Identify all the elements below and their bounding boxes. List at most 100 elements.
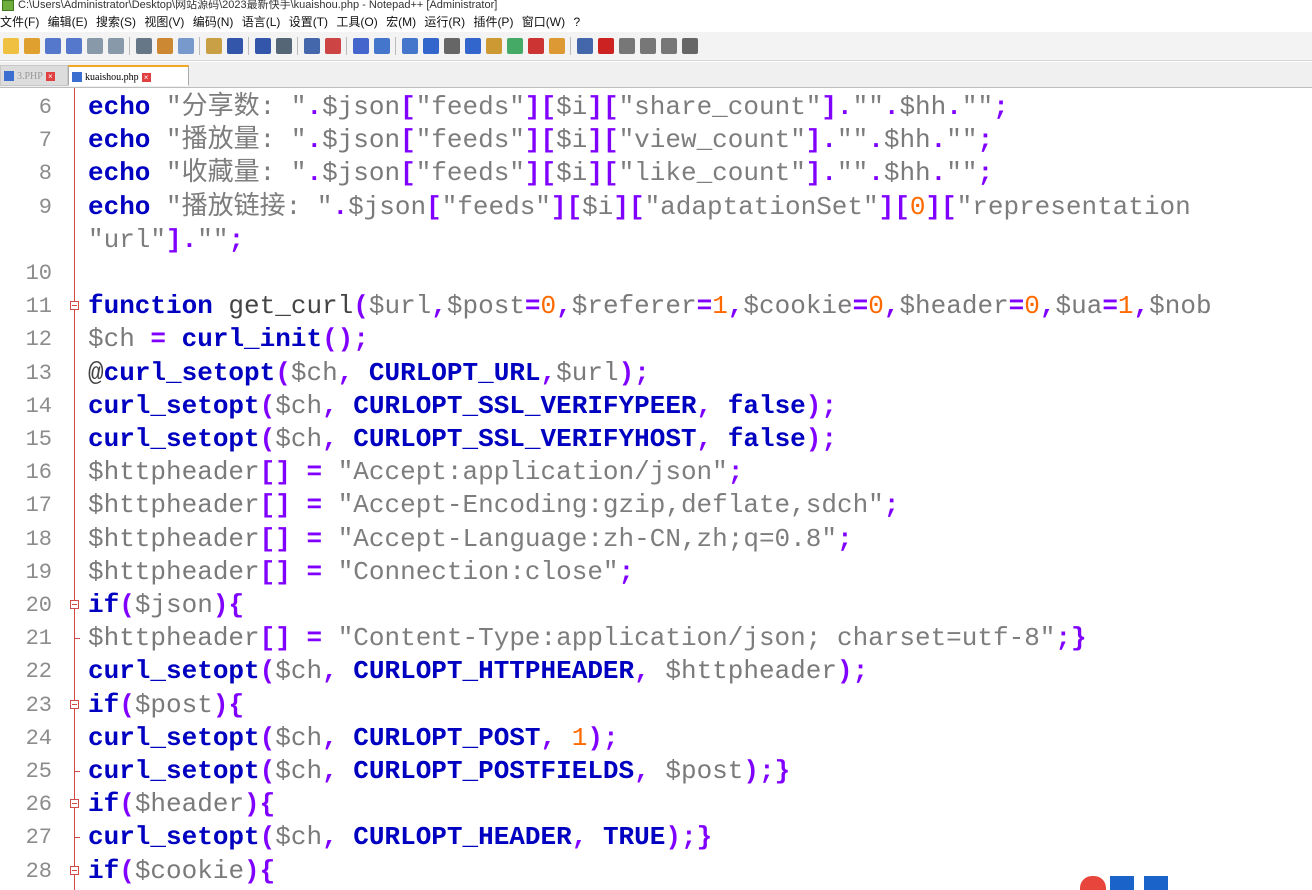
tab-close-icon[interactable]: × [141,73,151,83]
code-token: curl_setopt [88,656,260,687]
line-number: 9 [38,194,52,220]
menu-search[interactable]: 搜索(S) [96,13,141,32]
cut-icon[interactable] [157,38,173,54]
fold-collapse-icon[interactable] [70,699,79,709]
code-token: "" [852,92,884,122]
code-token: ( [259,722,276,753]
code-text: @curl_setopt($ch, CURLOPT_URL,$url); [88,357,650,390]
watermark-text-shape [1110,876,1310,890]
new-file-icon[interactable] [3,38,19,54]
code-token: . [930,125,947,156]
tab-close-icon[interactable]: × [45,72,55,82]
copy-icon[interactable] [178,38,194,54]
show-all-chars-icon[interactable] [444,38,460,54]
code-token: $hh [883,125,931,156]
doc-map-icon[interactable] [507,38,523,54]
sync-v-icon[interactable] [374,38,390,54]
sync-h-icon[interactable] [402,38,418,54]
record-macro-icon[interactable] [598,38,614,54]
print-icon[interactable] [136,38,152,54]
menu-window[interactable]: 窗口(W) [522,13,570,32]
menu-macro[interactable]: 宏(M) [386,13,421,32]
code-token: echo [88,92,151,122]
code-token: . [306,158,323,189]
menu-file[interactable]: 文件(F) [0,13,44,32]
run-macro-multi-icon[interactable] [661,38,677,54]
fold-collapse-icon[interactable] [70,865,79,875]
monitor-icon[interactable] [577,38,593,54]
line-number: 26 [25,792,52,818]
code-token: ) [244,855,260,886]
tab-kuaishou-php[interactable]: kuaishou.php × [68,65,189,86]
folder-workspace-icon[interactable] [549,38,565,54]
line-number: 10 [25,261,52,286]
code-token: curl_setopt [88,756,260,786]
menu-language[interactable]: 语言(L) [242,13,286,32]
fold-collapse-icon[interactable] [70,301,79,311]
redo-icon[interactable] [255,38,271,54]
code-token: , [883,291,900,322]
open-file-icon[interactable] [24,38,40,54]
replace-icon[interactable] [304,38,320,54]
code-token: . [946,92,962,122]
line-number: 6 [38,95,52,120]
code-token: ); [587,722,619,753]
code-editor[interactable]: 6 echo "分享数: ".$json["feeds"][$i]["share_… [0,88,1312,890]
word-wrap-icon[interactable] [423,38,439,54]
paste-icon[interactable] [206,38,222,54]
window-title: C:\Users\Administrator\Desktop\网站源码\2023… [18,0,498,11]
function-list-icon[interactable] [528,38,544,54]
code-token: ; [977,125,994,156]
code-token: curl_init [181,324,323,355]
code-token: . [332,191,349,222]
code-token: , [322,390,338,421]
menu-settings[interactable]: 设置(T) [289,13,333,32]
code-token: ( [275,357,291,388]
code-token: $ua [1055,291,1103,322]
save-icon[interactable] [45,38,61,54]
indent-guide-icon[interactable] [465,38,481,54]
save-all-icon[interactable] [66,38,82,54]
code-token: , [1133,291,1150,322]
code-token: = [852,291,869,322]
code-token: ) [244,789,260,820]
toolbar-separator [570,37,571,55]
stop-macro-icon[interactable] [619,38,635,54]
menu-plugins[interactable]: 插件(P) [473,13,518,32]
code-token: $httpheader [665,656,837,687]
udl-icon[interactable] [486,38,502,54]
close-icon[interactable] [87,38,103,54]
tab-3-php[interactable]: 3.PHP × [0,65,68,86]
save-macro-icon[interactable] [682,38,698,54]
fold-collapse-icon[interactable] [70,799,79,809]
line-number: 20 [25,593,52,618]
code-token: , [431,291,447,322]
zoom-in-icon[interactable] [325,38,341,54]
menu-run[interactable]: 运行(R) [424,13,470,32]
code-token: , [540,357,557,388]
code-token: "Accept:application/json" [337,457,728,488]
fold-collapse-icon[interactable] [70,600,79,609]
menu-tools[interactable]: 工具(O) [336,13,382,32]
code-token: $cookie [743,291,853,322]
code-token: $cookie [134,855,245,886]
fold-end-marker [74,837,80,839]
menu-help[interactable]: ? [573,13,585,32]
menu-view[interactable]: 视图(V) [144,13,189,32]
code-token: curl_setopt [88,390,260,421]
code-token: $url [556,357,619,388]
code-token: ; [883,490,900,521]
play-macro-icon[interactable] [640,38,656,54]
close-all-icon[interactable] [108,38,124,54]
code-token: ( [259,656,276,687]
menu-edit[interactable]: 编辑(E) [48,13,93,32]
code-token: curl_setopt [88,424,260,454]
code-token: "" [946,158,978,189]
zoom-out-icon[interactable] [353,38,369,54]
code-token: $json [134,590,213,620]
menu-encoding[interactable]: 编码(N) [193,13,239,32]
undo-icon[interactable] [227,38,243,54]
find-icon[interactable] [276,38,292,54]
